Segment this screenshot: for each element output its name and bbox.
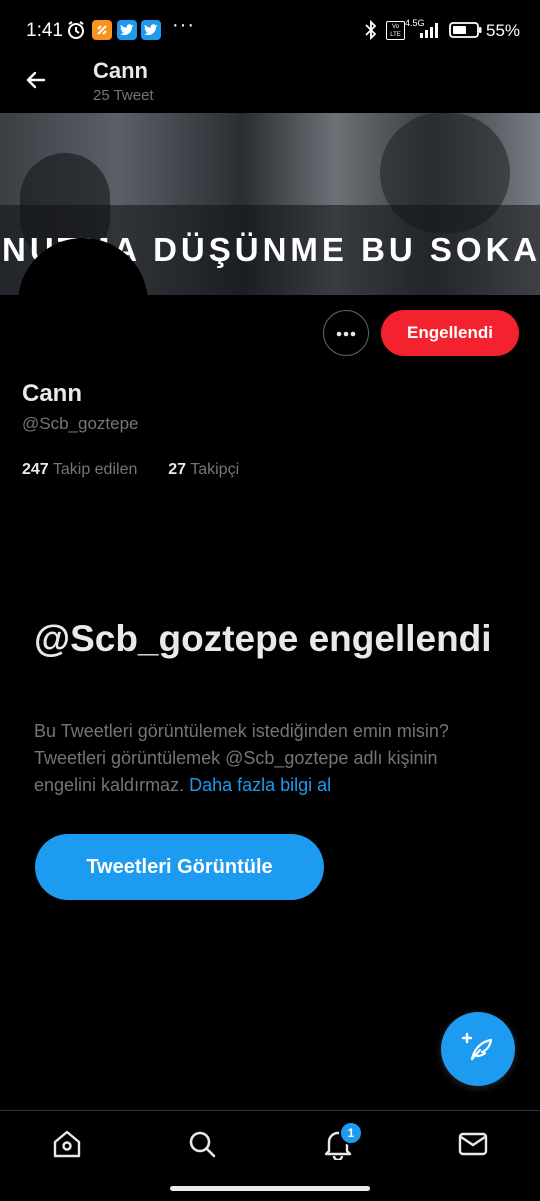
back-button[interactable] <box>18 64 54 100</box>
view-tweets-button[interactable]: Tweetleri Görüntüle <box>35 834 324 900</box>
profile-handle: @Scb_goztepe <box>22 414 139 433</box>
compose-icon <box>461 1030 495 1069</box>
notification-badge: 1 <box>339 1121 363 1145</box>
compose-tweet-button[interactable] <box>441 1012 515 1086</box>
follow-stats: 247 Takip edilen 27 Takipçi <box>22 461 239 479</box>
following-label: Takip edilen <box>52 461 138 478</box>
twitter-icon <box>117 20 137 40</box>
following-count: 247 <box>22 461 49 478</box>
blocked-button[interactable]: Engellendi <box>381 310 519 356</box>
more-options-button[interactable] <box>323 310 369 356</box>
followers-link[interactable]: 27 Takipçi <box>168 461 239 478</box>
bluetooth-icon <box>362 19 382 41</box>
alarm-icon <box>66 20 86 40</box>
battery-percent: 55% <box>486 21 521 40</box>
followers-count: 27 <box>168 461 187 478</box>
following-link[interactable]: 247 Takip edilen <box>22 461 137 478</box>
nav-home[interactable] <box>47 1126 87 1166</box>
twitter-icon <box>141 20 161 40</box>
followers-label: Takipçi <box>190 461 240 478</box>
tweet-count: 25 Tweet <box>93 87 154 104</box>
search-icon <box>187 1129 217 1164</box>
status-time: 1:41 <box>26 20 63 41</box>
volte-icon: Vo LTE <box>386 21 405 40</box>
avatar[interactable] <box>18 238 148 368</box>
home-icon <box>51 1128 83 1165</box>
home-indicator[interactable] <box>170 1186 370 1191</box>
nav-messages[interactable] <box>453 1126 493 1166</box>
learn-more-link[interactable]: Daha fazla bilgi al <box>189 775 331 795</box>
blocked-title: @Scb_goztepe engellendi <box>34 618 492 659</box>
battery-icon <box>449 20 483 40</box>
header-title: Cann <box>93 58 148 83</box>
signal-icon <box>418 20 438 40</box>
status-more-dots: ··· <box>172 14 195 36</box>
more-icon <box>336 324 356 342</box>
nav-search[interactable] <box>182 1126 222 1166</box>
app-notification-icon <box>92 20 112 40</box>
profile-name: Cann <box>22 380 82 407</box>
back-arrow-icon <box>24 68 48 97</box>
blocked-description: Bu Tweetleri görüntülemek istediğinden e… <box>34 718 504 799</box>
mail-icon <box>458 1131 488 1162</box>
